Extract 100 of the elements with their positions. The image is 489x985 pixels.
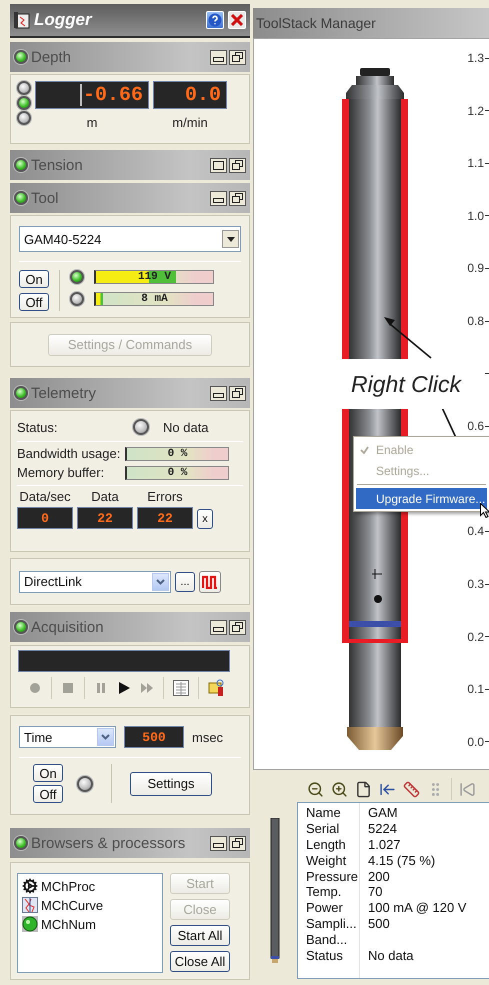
settings-button[interactable]: Settings [130,772,212,796]
close-icon [231,14,243,26]
status-value: No data [163,420,209,434]
scale-label: 0.1 [467,682,484,696]
property-value: 200 [367,868,390,884]
on-button[interactable]: On [19,270,49,288]
caret-icon [101,734,110,740]
chart-icon [22,897,38,913]
property-name: Sampli... [305,916,358,931]
caret-icon [226,236,234,242]
property-name: Name [305,805,342,820]
scale-tick [485,688,489,690]
browse-button[interactable]: ... [175,572,195,592]
off-button[interactable]: Off [33,785,63,803]
scale-tick [485,636,489,638]
tool-select[interactable]: GAM40-5224 [19,226,241,252]
minimize-button[interactable] [210,836,227,850]
restore-button[interactable] [229,158,246,172]
processor-item[interactable]: MChNum [22,915,99,933]
meter-reading: 0 % [166,466,188,478]
scale-label: 1.2 [467,104,484,118]
processor-item[interactable]: MChCurve [22,896,106,914]
maximize-button[interactable] [210,158,227,172]
panel-title: ToolStack Manager [253,8,489,38]
property-value: 100 mA @ 120 V [367,900,466,916]
minimize-button[interactable] [210,620,227,634]
restore-button[interactable] [229,620,246,634]
property-value: No data [367,948,414,963]
circle-icon [22,916,38,932]
interval-display: 500 [124,726,184,748]
interval-unit: msec [192,730,224,744]
scale-tick [485,268,489,269]
minimize-button[interactable] [210,386,227,400]
section-title: Acquisition [31,618,104,636]
export-icon[interactable] [208,679,226,697]
property-name: Pressure [305,868,360,884]
processor-item[interactable]: MChProc [22,877,98,895]
close-button[interactable] [228,11,246,29]
property-name: Length [305,836,347,852]
scale-label: 0.4 [467,524,484,538]
scale-label: 0.2 [467,630,484,644]
list-icon[interactable] [173,680,189,696]
counter-label: Errors [147,489,183,504]
restore-icon [232,838,243,848]
nose-cone [347,727,403,750]
section-title: Depth [31,48,72,66]
scale-label: 1.1 [467,156,484,170]
meter-label: Memory buffer: [17,465,106,480]
mode-select[interactable]: Time [19,726,116,748]
restore-button[interactable] [229,190,246,206]
ruler-icon[interactable] [403,780,420,798]
scale-tick [485,162,489,164]
property-value: 1.027 [367,836,401,852]
maximize-icon [213,160,224,170]
on-button[interactable]: On [33,764,63,782]
list-action-button[interactable]: Start All [170,925,230,946]
counter-label: Data/sec [19,489,71,504]
property-value: 4.15 (75 %) [367,852,436,868]
page-icon[interactable] [355,780,372,798]
scale-label: 1.3 [467,51,484,65]
scale-tick [485,215,489,216]
zoom-out-icon[interactable] [307,780,324,798]
property-name: Weight [305,852,348,868]
property-name: Temp. [305,884,342,900]
off-button[interactable]: Off [19,293,49,311]
meter-reading: 0 % [166,448,188,460]
gear-icon [22,878,38,894]
help-button[interactable] [206,11,224,29]
scale-tick [485,110,489,112]
restore-icon [232,193,243,203]
section-title: Tool [31,190,59,206]
counter-display: 0 [17,507,73,529]
signal-button[interactable] [199,570,221,592]
link-select[interactable]: DirectLink [19,570,171,592]
property-name: Serial [305,821,340,836]
property-value: 500 [367,916,390,931]
property-value: GAM [367,805,398,820]
play-icon[interactable] [117,681,131,695]
restore-icon [232,622,243,632]
connector-cap [346,68,404,99]
section-title: Telemetry [31,384,96,402]
property-name: Status [305,948,344,963]
minimize-button[interactable] [210,190,227,206]
window-title: Logger [34,10,92,30]
restore-icon [232,52,243,62]
menu-item[interactable]: Upgrade Firmware... [356,488,487,509]
counter-display: 22 [137,507,193,529]
zoom-in-icon[interactable] [331,780,348,798]
restore-button[interactable] [229,50,246,64]
minimize-button[interactable] [210,50,227,64]
clear-button[interactable]: x [197,509,213,529]
depth-display: 0.0 [153,81,227,109]
scale-tick [485,373,489,374]
restore-button[interactable] [229,836,246,850]
property-value: 70 [367,884,382,900]
scale-label: 0.3 [467,577,484,592]
pulse-icon [202,574,218,588]
restore-button[interactable] [229,386,246,400]
meter-reading: 8 mA [140,293,169,305]
list-action-button[interactable]: Close All [170,951,230,972]
